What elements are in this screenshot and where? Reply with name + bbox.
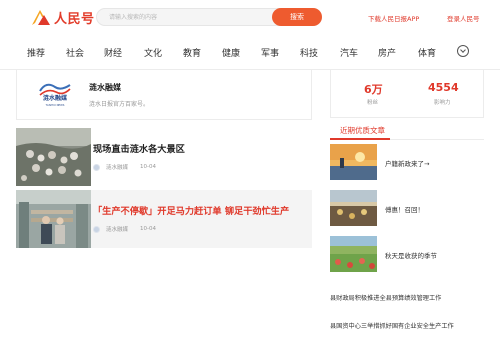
nav-item-health[interactable]: 健康 [222,46,240,59]
logo-text: 人民号 [54,11,95,27]
recent-article-thumbnail[interactable] [330,190,377,226]
nav-item-military[interactable]: 军事 [261,46,279,59]
search-button[interactable]: 搜索 [272,8,322,26]
recent-articles-header: 近期优质文章 [330,122,484,140]
nav-item-education[interactable]: 教育 [183,46,201,59]
top-bar: 人民号 搜索 下载人民日报APP 登录人民号 [0,0,500,36]
recent-article-title[interactable]: 傅惠！召回！ [385,204,424,214]
article-source[interactable]: 涟水融媒 [106,225,128,233]
chevron-down-circle-icon[interactable] [457,45,469,57]
nav-item-finance[interactable]: 财经 [104,46,122,59]
search-input[interactable] [97,9,269,25]
profile-card: 涟水融媒 TAISHUI NEWS 涟水融媒 涟水日报官方百家号。 [16,70,312,120]
nav-item-auto[interactable]: 汽车 [340,46,358,59]
site-logo[interactable]: 人民号 [30,6,95,28]
source-avatar [93,225,100,233]
article-title[interactable]: 「生产不停歇」开足马力赶订单 铆足干劲忙生产 [93,203,289,217]
recent-news-link[interactable]: 县国资中心三举措抓好国有企业安全生产工作 [330,321,454,330]
recent-article-item[interactable]: 傅惠！召回！ [330,190,485,226]
nav-item-realestate[interactable]: 房产 [378,46,396,59]
article-source[interactable]: 涟水融媒 [106,163,128,171]
download-app-link[interactable]: 下载人民日报APP [368,13,419,23]
recent-articles-title: 近期优质文章 [340,126,385,135]
account-logo: 涟水融媒 TAISHUI NEWS [37,78,73,108]
article-item[interactable]: 现场直击涟水各大景区 涟水融媒 10-04 [16,128,312,186]
account-stats: 6万 粉丝 4554 影响力 [330,70,484,118]
recent-article-item[interactable]: 户籍新政来了→ [330,144,485,180]
fans-label: 粉丝 [367,100,379,106]
article-title[interactable]: 现场直击涟水各大景区 [93,141,185,155]
influence-label: 影响力 [434,100,451,106]
article-meta: 涟水融媒 10-04 [93,163,156,171]
recent-news-link[interactable]: 县财政局积极推进全县预算绩效管理工作 [330,293,441,302]
nav-item-society[interactable]: 社会 [66,46,84,59]
recent-title-underline [330,138,390,140]
recent-article-title[interactable]: 秋天是收获的季节 [385,250,437,260]
recent-article-title[interactable]: 户籍新政来了→ [385,158,429,168]
article-thumbnail[interactable] [16,190,91,248]
recent-article-item[interactable]: 秋天是收获的季节 [330,236,485,272]
login-link[interactable]: 登录人民号 [447,13,480,23]
account-description: 涟水日报官方百家号。 [89,101,150,108]
svg-text:涟水融媒: 涟水融媒 [43,94,68,102]
influence-count: 4554 [428,81,459,94]
nav-item-culture[interactable]: 文化 [144,46,162,59]
article-item[interactable]: 「生产不停歇」开足马力赶订单 铆足干劲忙生产 涟水融媒 10-04 [16,190,312,248]
nav-item-recommend[interactable]: 推荐 [27,46,45,59]
article-meta: 涟水融媒 10-04 [93,225,156,233]
svg-text:TAISHUI NEWS: TAISHUI NEWS [46,103,65,107]
category-nav: 推荐 社会 财经 文化 教育 健康 军事 科技 汽车 房产 体育 [0,36,500,70]
source-avatar [93,163,100,171]
article-date: 10-04 [140,226,156,232]
nav-item-tech[interactable]: 科技 [300,46,318,59]
recent-article-thumbnail[interactable] [330,236,377,272]
nav-item-sports[interactable]: 体育 [418,46,436,59]
fans-count: 6万 [364,83,383,96]
article-date: 10-04 [140,164,156,170]
search-box: 搜索 [96,8,322,26]
recent-article-thumbnail[interactable] [330,144,377,180]
account-name[interactable]: 涟水融媒 [89,82,121,93]
logo-icon [32,10,50,25]
article-thumbnail[interactable] [16,128,91,186]
